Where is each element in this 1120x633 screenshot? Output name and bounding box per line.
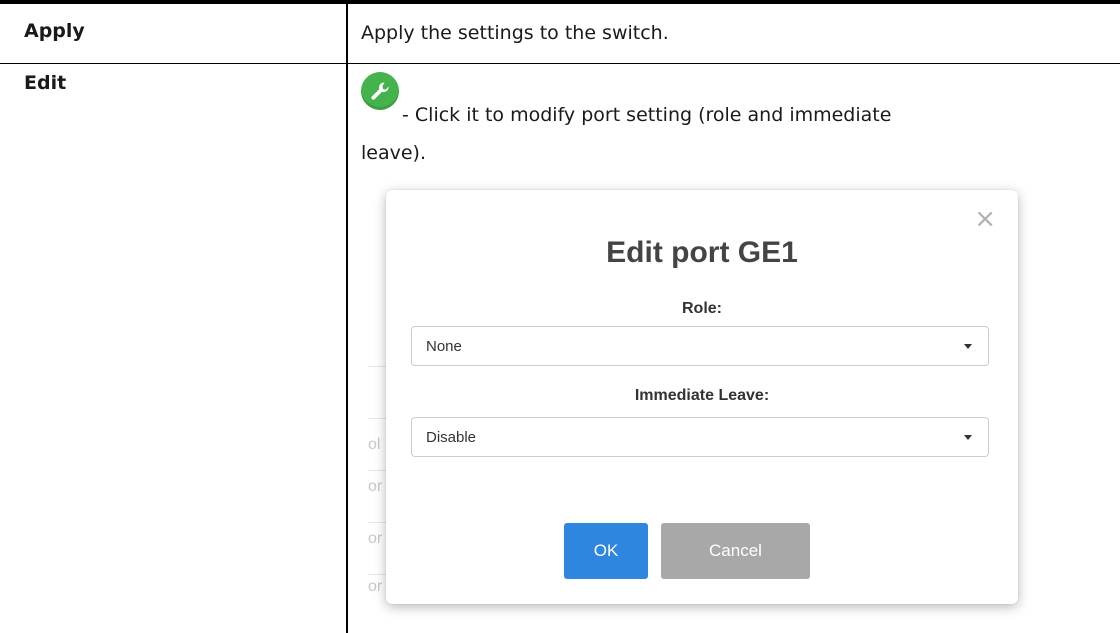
- term-apply: Apply: [24, 20, 85, 42]
- ok-button[interactable]: OK: [564, 523, 648, 579]
- immediate-leave-label: Immediate Leave:: [634, 387, 770, 404]
- chevron-down-icon: [964, 344, 972, 349]
- background-text: ol: [368, 436, 381, 453]
- dialog-title: Edit port GE1: [606, 236, 798, 269]
- description-apply: Apply the settings to the switch.: [361, 22, 669, 44]
- term-edit: Edit: [24, 72, 67, 94]
- chevron-down-icon: [964, 435, 972, 440]
- immediate-leave-select-value: Disable: [426, 429, 477, 446]
- row-divider: [0, 63, 1120, 64]
- role-label: Role:: [682, 300, 722, 317]
- immediate-leave-select[interactable]: Disable: [411, 417, 989, 457]
- description-edit-line1: - Click it to modify port setting (role …: [402, 104, 892, 126]
- close-icon[interactable]: ×: [974, 206, 996, 232]
- wrench-icon: [361, 72, 399, 110]
- cancel-button[interactable]: Cancel: [661, 523, 810, 579]
- role-select-value: None: [426, 338, 462, 355]
- description-edit-line2: leave).: [361, 142, 426, 164]
- background-text: or: [368, 478, 383, 495]
- background-text: or: [368, 530, 383, 547]
- role-select[interactable]: None: [411, 326, 989, 366]
- background-text: or: [368, 578, 383, 595]
- edit-port-dialog: × Edit port GE1 Role: None Immediate Lea…: [386, 190, 1018, 604]
